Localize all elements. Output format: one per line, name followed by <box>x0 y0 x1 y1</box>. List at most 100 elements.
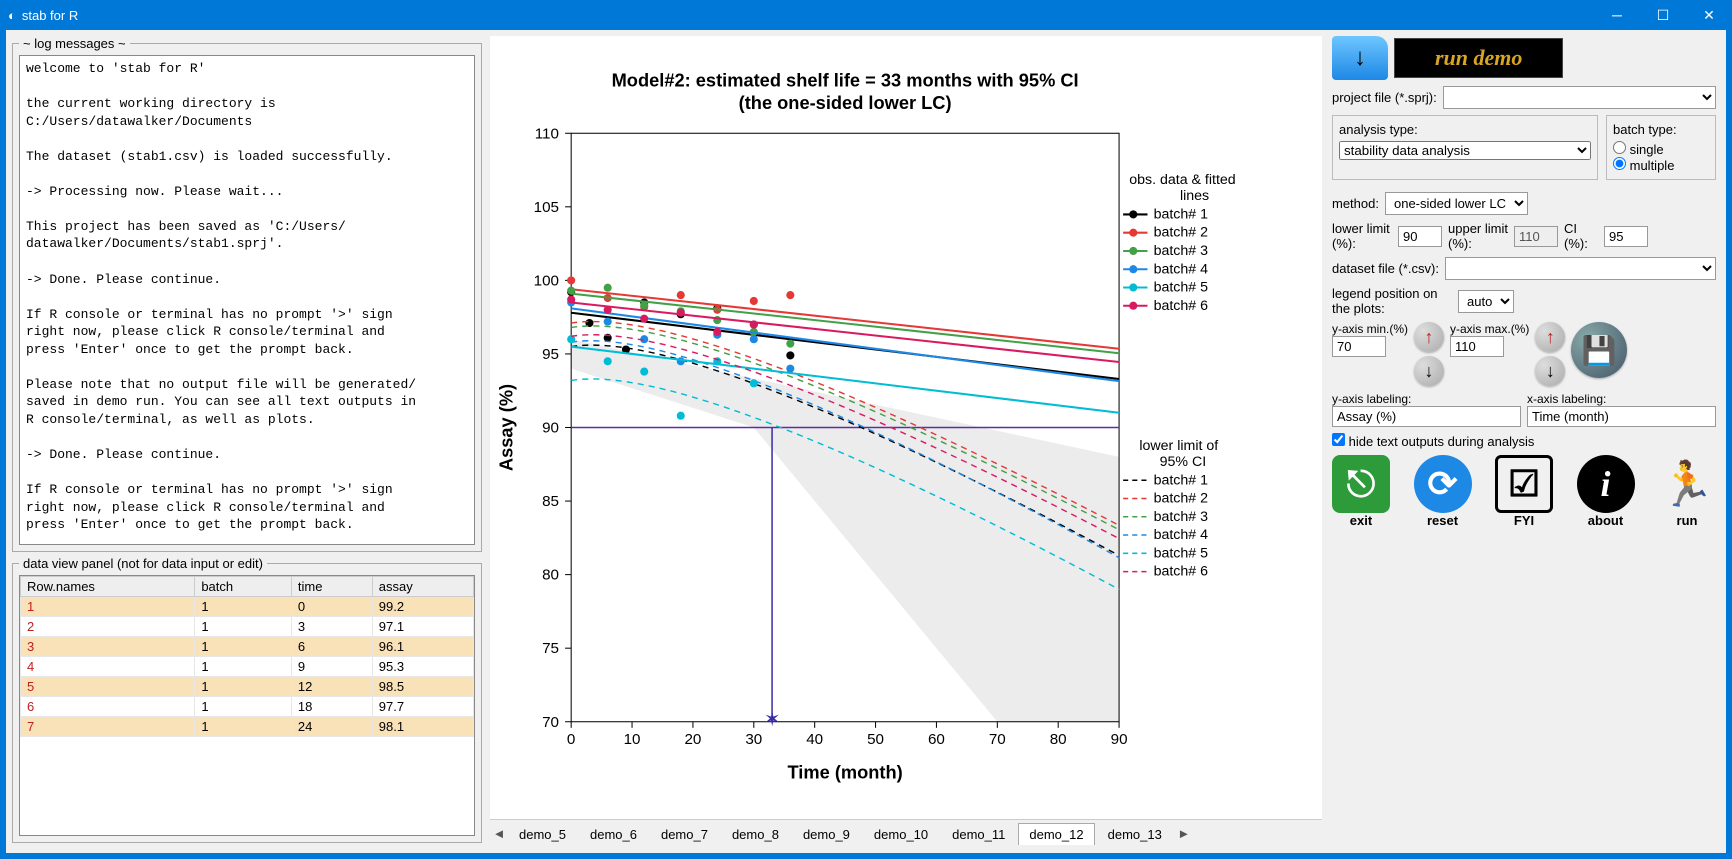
method-select[interactable]: one-sided lower LC <box>1385 192 1528 215</box>
ylabel-input[interactable] <box>1332 406 1521 427</box>
table-cell: 3 <box>291 617 372 637</box>
close-button[interactable]: ✕ <box>1686 0 1732 30</box>
plot-tab[interactable]: demo_12 <box>1018 823 1094 845</box>
project-file-select[interactable] <box>1443 86 1716 109</box>
table-cell: 18 <box>291 697 372 717</box>
plot-tab[interactable]: demo_10 <box>863 823 939 845</box>
ci-label: CI (%): <box>1564 221 1598 251</box>
data-panel-legend: data view panel (not for data input or e… <box>19 556 267 571</box>
plot-tab[interactable]: demo_13 <box>1097 823 1173 845</box>
svg-text:90: 90 <box>1111 731 1128 748</box>
ymin-label: y-axis min.(%) <box>1332 322 1408 336</box>
column-header: batch <box>195 577 292 597</box>
svg-text:lower limit of: lower limit of <box>1139 438 1218 454</box>
batch-type-label: batch type: <box>1613 122 1709 137</box>
table-row: 31696.1 <box>21 637 474 657</box>
plot-tab[interactable]: demo_8 <box>721 823 790 845</box>
svg-text:batch# 3: batch# 3 <box>1154 509 1209 525</box>
legend-pos-select[interactable]: auto <box>1458 290 1514 313</box>
maximize-button[interactable]: ☐ <box>1640 0 1686 30</box>
reset-button[interactable]: ⟳reset <box>1414 455 1472 528</box>
minimize-button[interactable]: ─ <box>1594 0 1640 30</box>
table-cell: 1 <box>195 597 292 617</box>
plot-tab[interactable]: demo_11 <box>941 823 1016 845</box>
save-plot-button[interactable]: 💾 <box>1571 322 1627 378</box>
log-textarea[interactable]: welcome to 'stab for R' the current work… <box>19 55 475 545</box>
lower-limit-input[interactable] <box>1398 226 1442 247</box>
plot-tab[interactable]: demo_9 <box>792 823 861 845</box>
svg-text:110: 110 <box>535 125 559 142</box>
svg-text:batch# 1: batch# 1 <box>1154 206 1209 222</box>
svg-text:batch# 2: batch# 2 <box>1154 491 1209 507</box>
analysis-type-label: analysis type: <box>1339 122 1591 137</box>
column-header: assay <box>372 577 473 597</box>
svg-text:✶: ✶ <box>764 709 781 731</box>
about-button[interactable]: iabout <box>1577 455 1635 528</box>
table-cell: 98.5 <box>372 677 473 697</box>
svg-text:30: 30 <box>745 731 762 748</box>
dataset-file-select[interactable] <box>1445 257 1716 280</box>
plot-tab[interactable]: demo_6 <box>579 823 648 845</box>
table-cell: 99.2 <box>372 597 473 617</box>
table-cell: 9 <box>291 657 372 677</box>
ci-input[interactable] <box>1604 226 1648 247</box>
svg-text:Model#2: estimated shelf life: Model#2: estimated shelf life = 33 month… <box>612 70 1079 91</box>
svg-text:batch# 3: batch# 3 <box>1154 243 1209 259</box>
analysis-type-select[interactable]: stability data analysis <box>1339 141 1591 160</box>
table-cell: 1 <box>195 677 292 697</box>
svg-text:95% CI: 95% CI <box>1160 454 1207 470</box>
tabs-scroll-right[interactable]: ► <box>1175 826 1193 841</box>
run-button[interactable]: 🏃run <box>1658 455 1716 528</box>
ymax-up-button[interactable]: ↑ <box>1535 322 1565 352</box>
xlabel-label: x-axis labeling: <box>1527 392 1716 406</box>
ymin-input[interactable] <box>1332 336 1386 357</box>
svg-text:batch# 1: batch# 1 <box>1154 472 1209 488</box>
svg-text:(the one-sided lower LC): (the one-sided lower LC) <box>739 92 952 113</box>
legend-pos-label: legend position on the plots: <box>1332 286 1452 316</box>
table-cell: 1 <box>195 617 292 637</box>
download-icon[interactable]: ↓ <box>1332 36 1388 80</box>
exit-button[interactable]: ⎋exit <box>1332 455 1390 528</box>
plot-tabs: ◄ demo_5demo_6demo_7demo_8demo_9demo_10d… <box>490 819 1322 847</box>
svg-text:85: 85 <box>542 493 559 510</box>
ymin-up-button[interactable]: ↑ <box>1414 322 1444 352</box>
table-cell: 98.1 <box>372 717 473 737</box>
plot-tab[interactable]: demo_5 <box>508 823 577 845</box>
table-cell: 6 <box>21 697 195 717</box>
ymax-input[interactable] <box>1450 336 1504 357</box>
table-cell: 12 <box>291 677 372 697</box>
batch-type-multiple[interactable]: multiple <box>1613 157 1709 173</box>
hide-outputs-checkbox[interactable]: hide text outputs during analysis <box>1332 433 1534 449</box>
table-cell: 3 <box>21 637 195 657</box>
table-cell: 96.1 <box>372 637 473 657</box>
xlabel-input[interactable] <box>1527 406 1716 427</box>
table-cell: 7 <box>21 717 195 737</box>
batch-type-single[interactable]: single <box>1613 141 1709 157</box>
ymax-down-button[interactable]: ↓ <box>1535 356 1565 386</box>
ymax-label: y-axis max.(%) <box>1450 322 1529 336</box>
data-table: Row.namesbatchtimeassay11099.221397.1316… <box>20 576 474 737</box>
log-panel: ~ log messages ~ welcome to 'stab for R'… <box>12 36 482 552</box>
table-row: 11099.2 <box>21 597 474 617</box>
svg-text:batch# 4: batch# 4 <box>1154 527 1209 543</box>
svg-text:Time (month): Time (month) <box>787 762 902 783</box>
table-cell: 97.1 <box>372 617 473 637</box>
svg-text:75: 75 <box>542 640 559 657</box>
project-file-label: project file (*.sprj): <box>1332 90 1437 105</box>
run-demo-button[interactable]: run demo <box>1394 38 1563 78</box>
svg-text:50: 50 <box>867 731 884 748</box>
table-cell: 24 <box>291 717 372 737</box>
plot-tab[interactable]: demo_7 <box>650 823 719 845</box>
svg-text:20: 20 <box>684 731 701 748</box>
dataset-file-label: dataset file (*.csv): <box>1332 261 1439 276</box>
tabs-scroll-left[interactable]: ◄ <box>490 826 508 841</box>
method-label: method: <box>1332 196 1379 211</box>
svg-text:lines: lines <box>1180 188 1209 204</box>
data-table-scroll[interactable]: Row.namesbatchtimeassay11099.221397.1316… <box>19 575 475 836</box>
svg-text:10: 10 <box>624 731 641 748</box>
table-cell: 1 <box>195 697 292 717</box>
svg-text:batch# 5: batch# 5 <box>1154 280 1209 296</box>
ymin-down-button[interactable]: ↓ <box>1414 356 1444 386</box>
svg-text:batch# 5: batch# 5 <box>1154 545 1209 561</box>
fyi-button[interactable]: ☑FYI <box>1495 455 1553 528</box>
